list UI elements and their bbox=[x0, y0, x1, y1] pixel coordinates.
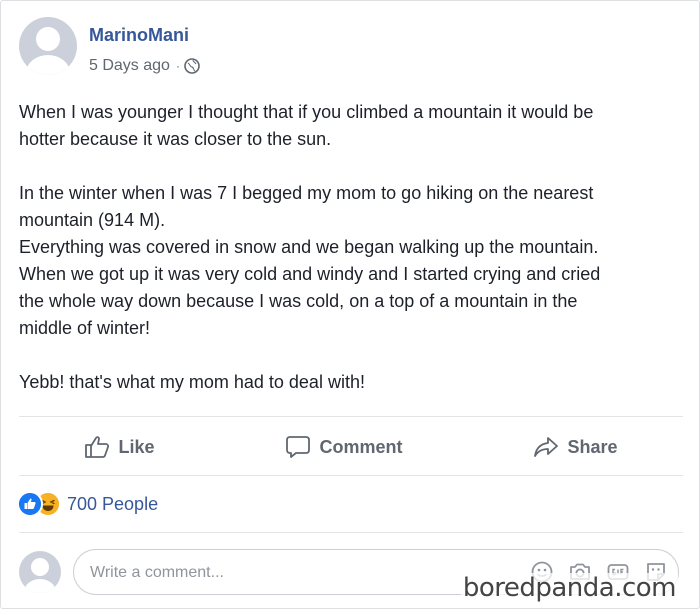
action-bar: Like Comment Share bbox=[19, 419, 683, 475]
post-paragraph: In the winter when I was 7 I begged my m… bbox=[19, 180, 687, 342]
post-line: When we got up it was very cold and wind… bbox=[19, 264, 601, 284]
thumbs-up-icon bbox=[85, 436, 110, 458]
share-label: Share bbox=[567, 436, 618, 457]
like-label: Like bbox=[118, 436, 155, 457]
post-line: the whole way down because I was cold, o… bbox=[19, 291, 578, 311]
default-avatar-icon bbox=[24, 558, 56, 593]
post-line: Everything was covered in snow and we be… bbox=[19, 237, 599, 257]
share-arrow-icon bbox=[534, 437, 559, 457]
post-timestamp[interactable]: 5 Days ago bbox=[89, 57, 170, 75]
post-line: hotter because it was closer to the sun. bbox=[19, 129, 332, 149]
default-avatar-icon bbox=[26, 27, 70, 75]
post-line: middle of winter! bbox=[19, 318, 151, 338]
divider bbox=[19, 475, 683, 476]
globe-icon[interactable] bbox=[184, 58, 200, 74]
like-reaction-icon bbox=[17, 491, 43, 517]
share-button[interactable]: Share bbox=[517, 429, 633, 465]
meta-separator: · bbox=[175, 59, 180, 73]
speech-bubble-icon bbox=[286, 436, 311, 458]
reaction-summary[interactable]: 700 People bbox=[17, 491, 158, 517]
like-button[interactable]: Like bbox=[68, 429, 170, 465]
post-line: When I was younger I thought that if you… bbox=[19, 102, 594, 122]
post-paragraph: Yebb! that's what my mom had to deal wit… bbox=[19, 369, 687, 396]
divider bbox=[19, 532, 683, 533]
user-avatar bbox=[19, 551, 61, 593]
author-name[interactable]: MarinoMani bbox=[89, 25, 189, 46]
comment-button[interactable]: Comment bbox=[269, 429, 418, 465]
post-card: MarinoMani 5 Days ago · When I was young… bbox=[0, 0, 700, 609]
post-line: Yebb! that's what my mom had to deal wit… bbox=[19, 372, 365, 392]
reaction-count[interactable]: 700 People bbox=[67, 494, 158, 515]
post-meta: 5 Days ago · bbox=[89, 57, 200, 75]
divider bbox=[19, 416, 683, 417]
post-paragraph: When I was younger I thought that if you… bbox=[19, 99, 687, 153]
watermark-logo: boredpanda.com bbox=[460, 573, 678, 603]
post-body: When I was younger I thought that if you… bbox=[19, 99, 687, 396]
comment-input[interactable] bbox=[88, 560, 472, 586]
comment-label: Comment bbox=[319, 436, 403, 457]
post-line: mountain (914 M). bbox=[19, 210, 166, 230]
author-avatar[interactable] bbox=[19, 17, 77, 75]
post-line: In the winter when I was 7 I begged my m… bbox=[19, 183, 594, 203]
